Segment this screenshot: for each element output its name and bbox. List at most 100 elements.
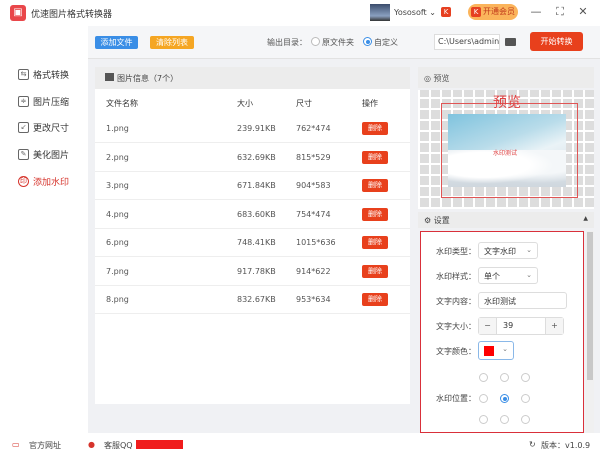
watermark-style-value: 单个 — [484, 272, 500, 281]
add-file-button[interactable]: 添加文件 — [95, 36, 138, 49]
start-convert-button[interactable]: 开始转换 — [530, 32, 583, 51]
watermark-preview-text: 水印测试 — [493, 150, 518, 157]
position-radio-bottom-left[interactable] — [479, 415, 488, 424]
minimize-button[interactable]: — — [529, 5, 543, 19]
output-dir-label: 输出目录： — [267, 38, 307, 47]
watermark-type-value: 文字水印 — [484, 247, 516, 256]
file-size: 239.91KB — [237, 124, 276, 133]
chevron-down-icon: ⌄ — [429, 8, 436, 17]
sidebar-item-watermark[interactable]: 印添加水印 — [18, 175, 69, 188]
radio-custom[interactable] — [363, 37, 372, 46]
folder-icon[interactable] — [505, 38, 516, 46]
color-swatch — [484, 346, 494, 356]
text-size-input[interactable]: 39 — [503, 321, 513, 330]
user-avatar[interactable] — [370, 4, 390, 21]
table-title: 图片信息（7个） — [95, 67, 410, 89]
file-dims: 914*622 — [296, 266, 331, 276]
delete-button[interactable]: 删除 — [362, 264, 388, 278]
maximize-button[interactable]: ⛶ — [553, 5, 567, 19]
sidebar-item-format-convert[interactable]: ⇆ 格式转换 — [18, 68, 69, 81]
output-path-input[interactable]: C:\Users\admin\Deskto — [434, 34, 500, 50]
sidebar-item-beautify[interactable]: ✎ 美化图片 — [18, 148, 69, 161]
sidebar-item-compress[interactable]: ≑ 图片压缩 — [18, 95, 69, 108]
nav-label: 添加水印 — [33, 178, 70, 188]
position-radio-top-center[interactable] — [500, 373, 509, 382]
vip-label: 开通会员 — [483, 7, 515, 16]
watermark-position-label: 水印位置： — [436, 394, 476, 403]
file-dims: 1015*636 — [296, 238, 336, 247]
support-qq-link[interactable]: 客服QQ — [104, 440, 133, 451]
file-name: 1.png — [106, 124, 129, 133]
file-size: 917.78KB — [237, 266, 276, 276]
website-link[interactable]: 官方网址 — [29, 440, 61, 451]
position-radio-top-right[interactable] — [521, 373, 530, 382]
chevron-down-icon: ⌄ — [526, 271, 532, 279]
delete-button[interactable]: 删除 — [362, 150, 388, 164]
radio-original-label: 原文件夹 — [322, 38, 354, 47]
settings-header: ⚙ 设置 ▲ — [418, 212, 594, 228]
file-dims: 762*474 — [296, 124, 331, 133]
clear-list-button[interactable]: 清除列表 — [150, 36, 194, 49]
text-color-label: 文字颜色： — [436, 347, 476, 356]
watermark-type-label: 水印类型： — [436, 247, 476, 256]
position-radio-top-left[interactable] — [479, 373, 488, 382]
app-logo-icon: ▣ — [10, 5, 26, 21]
col-header-dims: 尺寸 — [296, 99, 312, 108]
scroll-up-icon[interactable]: ▲ — [583, 215, 588, 222]
text-content-input[interactable]: 水印测试 — [478, 292, 567, 309]
username: Yososoft — [394, 8, 427, 17]
file-size: 671.84KB — [237, 181, 276, 190]
close-button[interactable]: ✕ — [576, 5, 590, 19]
preview-header-text: 预览 — [433, 74, 450, 83]
position-radio-bottom-right[interactable] — [521, 415, 530, 424]
sidebar-item-resize[interactable]: ↙ 更改尺寸 — [18, 121, 69, 134]
delete-button[interactable]: 删除 — [362, 236, 388, 249]
file-size: 832.67KB — [237, 295, 276, 304]
website-icon: ▭ — [12, 440, 20, 449]
version-label: 版本：v1.0.9 — [541, 441, 591, 450]
watermark-type-select[interactable]: 文字水印 ⌄ — [478, 242, 538, 259]
delete-button[interactable]: 删除 — [362, 179, 388, 192]
radio-custom-label: 自定义 — [374, 38, 398, 47]
sidebar — [0, 26, 88, 433]
file-name: 4.png — [106, 209, 129, 219]
compress-icon: ≑ — [18, 96, 29, 107]
file-name: 8.png — [106, 295, 129, 304]
delete-button[interactable]: 删除 — [362, 293, 388, 306]
redacted-qq-number — [136, 440, 183, 449]
position-radio-middle-center[interactable] — [500, 394, 509, 403]
col-header-name: 文件名称 — [106, 99, 138, 108]
file-name: 2.png — [106, 152, 129, 162]
table-title-text: 图片信息（7个） — [117, 74, 179, 83]
radio-original-folder[interactable] — [311, 37, 320, 46]
file-dims: 953*634 — [296, 295, 331, 304]
file-dims: 815*529 — [296, 152, 331, 162]
file-dims: 754*474 — [296, 209, 331, 219]
user-menu[interactable]: Yososoft ⌄ — [394, 8, 436, 17]
vip-badge-icon: K — [441, 7, 451, 17]
col-header-size: 大小 — [237, 99, 253, 108]
nav-label: 图片压缩 — [33, 98, 70, 108]
decrement-button[interactable]: − — [479, 318, 497, 334]
refresh-icon[interactable]: ↻ — [529, 440, 536, 449]
app-title: 优速图片格式转换器 — [31, 10, 113, 20]
delete-button[interactable]: 删除 — [362, 122, 388, 135]
file-size: 683.60KB — [237, 209, 276, 219]
text-size-label: 文字大小： — [436, 322, 476, 331]
position-radio-bottom-center[interactable] — [500, 415, 509, 424]
delete-button[interactable]: 删除 — [362, 207, 388, 221]
watermark-style-select[interactable]: 单个 ⌄ — [478, 267, 538, 284]
gear-icon: ⚙ — [424, 216, 434, 225]
chevron-down-icon: ⌄ — [502, 345, 508, 353]
scrollbar-thumb[interactable] — [587, 232, 593, 380]
convert-icon: ⇆ — [18, 69, 29, 80]
text-content-label: 文字内容： — [436, 297, 476, 306]
col-header-action: 操作 — [362, 99, 378, 108]
settings-header-text: 设置 — [433, 216, 450, 225]
position-radio-middle-right[interactable] — [521, 394, 530, 403]
file-name: 3.png — [106, 181, 129, 190]
increment-button[interactable]: + — [545, 318, 563, 334]
eye-icon: ◎ — [424, 74, 434, 83]
nav-label: 美化图片 — [33, 151, 70, 161]
position-radio-middle-left[interactable] — [479, 394, 488, 403]
